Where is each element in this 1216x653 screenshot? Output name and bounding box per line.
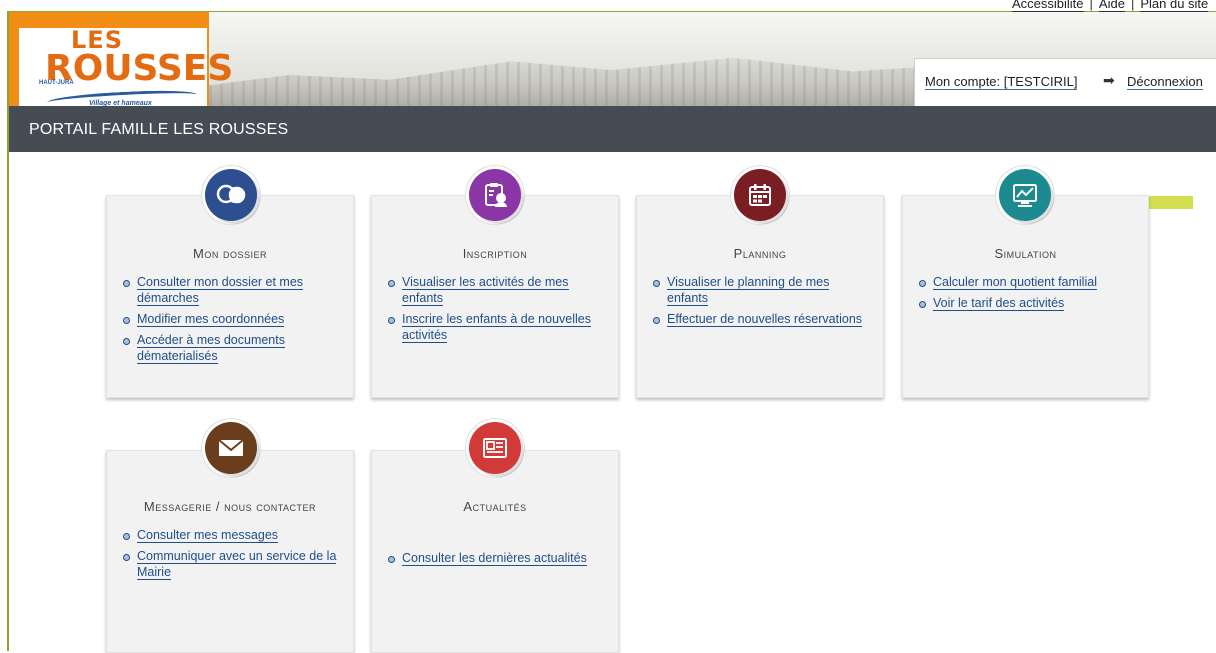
tile-links: Consulter mes messages Communiquer avec … <box>121 527 341 585</box>
tile-title: Mon dossier <box>193 246 267 261</box>
tile-title: Inscription <box>462 246 528 261</box>
consult-dossier-link[interactable]: Consulter mon dossier et mes démarches <box>137 275 304 306</box>
tile-title: Actualités <box>463 499 527 514</box>
page-title: PORTAIL FAMILLE LES ROUSSES <box>29 121 289 138</box>
tile-title: Simulation <box>994 246 1057 261</box>
logo-background: LES ROUSSES HAUT-JURA Village et hameaux <box>19 26 233 109</box>
portal-title-bar: PORTAIL FAMILLE LES ROUSSES <box>9 106 1216 152</box>
tariffs-link[interactable]: Voir le tarif des activités <box>933 296 1065 311</box>
newspaper-icon[interactable] <box>469 422 521 474</box>
list-item: Calculer mon quotient familial <box>917 274 1136 290</box>
envelope-icon[interactable] <box>205 422 257 474</box>
list-item: Communiquer avec un service de la Mairie <box>121 548 341 580</box>
tile-inscription: Inscription Visualiser les activités de … <box>371 195 619 398</box>
tile-simulation: Simulation Calculer mon quotient familia… <box>902 195 1149 398</box>
tile-actualites: Actualités Consulter les dernières actua… <box>371 450 619 653</box>
tile-planning: Planning Visualiser le planning de mes e… <box>636 195 884 398</box>
contact-service-link[interactable]: Communiquer avec un service de la Mairie <box>137 549 337 580</box>
tile-title: Messagerie / nous contacter <box>143 499 317 514</box>
new-reservation-link[interactable]: Effectuer de nouvelles réservations <box>667 312 863 327</box>
view-activities-link[interactable]: Visualiser les activités de mes enfants <box>402 275 569 306</box>
help-link[interactable]: Aide <box>1098 0 1125 12</box>
tile-links: Calculer mon quotient familial Voir le t… <box>917 274 1136 316</box>
list-item: Inscrire les enfants à de nouvelles acti… <box>386 311 606 343</box>
sitemap-link[interactable]: Plan du site <box>1140 0 1209 12</box>
tile-title: Planning <box>733 246 787 261</box>
tile-links: Consulter mon dossier et mes démarches M… <box>121 274 341 369</box>
clipboard-user-icon[interactable] <box>469 169 521 221</box>
list-item: Visualiser les activités de mes enfants <box>386 274 606 306</box>
view-planning-link[interactable]: Visualiser le planning de mes enfants <box>667 275 830 306</box>
edit-contact-link[interactable]: Modifier mes coordonnées <box>137 312 285 327</box>
list-item: Consulter les dernières actualités <box>386 550 606 566</box>
tile-links: Visualiser le planning de mes enfants Ef… <box>651 274 871 332</box>
my-account-link[interactable]: Mon compte: [TESTCIRIL] <box>925 74 1078 90</box>
list-item: Modifier mes coordonnées <box>121 311 341 327</box>
tile-links: Visualiser les activités de mes enfants … <box>386 274 606 348</box>
list-item: Effectuer de nouvelles réservations <box>651 311 871 327</box>
profile-icon[interactable] <box>205 169 257 221</box>
logo-tag: HAUT-JURA <box>39 80 74 86</box>
news-link[interactable]: Consulter les dernières actualités <box>402 551 587 566</box>
list-item: Consulter mon dossier et mes démarches <box>121 274 341 306</box>
monitor-icon[interactable] <box>999 169 1051 221</box>
tile-mon-dossier: Mon dossier Consulter mon dossier et mes… <box>106 195 354 398</box>
accessibility-link[interactable]: Accessibilité <box>1012 0 1084 12</box>
logout-link[interactable]: Déconnexion <box>1127 74 1203 90</box>
list-item: Voir le tarif des activités <box>917 295 1136 311</box>
logout-icon[interactable]: ➡ <box>1103 72 1115 89</box>
tile-links: Consulter les dernières actualités <box>386 550 606 571</box>
calendar-icon[interactable] <box>734 169 786 221</box>
list-item: Accéder à mes documents dématerialisés <box>121 332 341 364</box>
tile-messagerie: Messagerie / nous contacter Consulter me… <box>106 450 354 653</box>
register-activities-link[interactable]: Inscrire les enfants à de nouvelles acti… <box>402 312 591 343</box>
account-panel: Mon compte: [TESTCIRIL] ➡ Déconnexion <box>914 58 1216 107</box>
documents-link[interactable]: Accéder à mes documents dématerialisés <box>137 333 285 364</box>
site-logo[interactable]: LES ROUSSES HAUT-JURA Village et hameaux <box>9 12 233 109</box>
list-item: Visualiser le planning de mes enfants <box>651 274 871 306</box>
messages-link[interactable]: Consulter mes messages <box>137 528 279 543</box>
list-item: Consulter mes messages <box>121 527 341 543</box>
top-links: Accessibilité | Aide | Plan du site <box>1012 0 1209 12</box>
quotient-link[interactable]: Calculer mon quotient familial <box>933 275 1097 290</box>
